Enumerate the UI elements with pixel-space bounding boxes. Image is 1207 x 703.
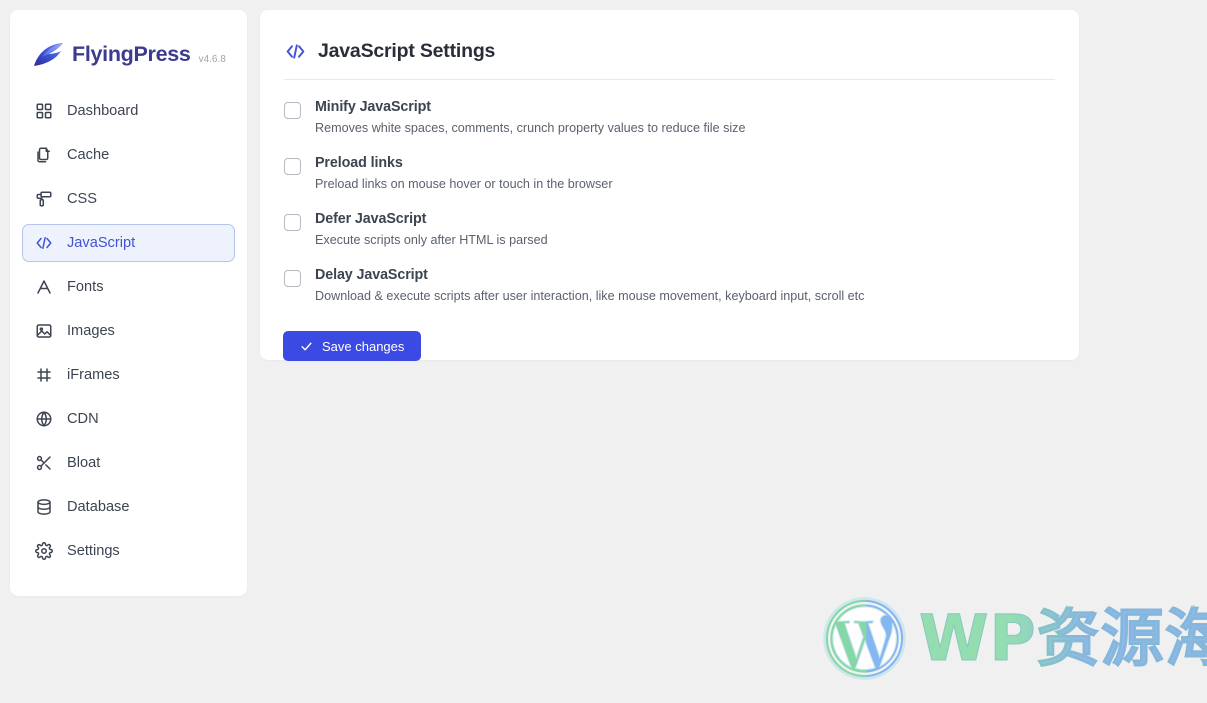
option-description: Removes white spaces, comments, crunch p…	[315, 121, 746, 135]
save-changes-button[interactable]: Save changes	[283, 331, 422, 361]
option-text: Minify JavaScript Removes white spaces, …	[315, 98, 745, 137]
sidebar-item-dashboard[interactable]: Dashboard	[22, 92, 235, 130]
option-label: Minify JavaScript	[315, 99, 431, 115]
watermark: WP资源海	[818, 592, 1207, 685]
sidebar-item-label: JavaScript	[67, 235, 136, 251]
code-icon	[284, 40, 306, 62]
option-label: Preload links	[315, 155, 403, 171]
sidebar-item-label: Database	[67, 499, 130, 515]
sidebar-item-cdn[interactable]: CDN	[22, 400, 235, 438]
wordpress-logo-icon	[818, 592, 911, 685]
sidebar: FlyingPress v4.6.8 Dashboard Cache CSS J…	[10, 10, 247, 596]
sidebar-item-label: Dashboard	[67, 103, 139, 119]
sidebar-item-javascript[interactable]: JavaScript	[22, 224, 235, 262]
flyingpress-wing-logo-icon	[32, 41, 66, 69]
check-icon	[300, 340, 313, 353]
page-title: JavaScript Settings	[318, 39, 496, 62]
sidebar-item-bloat[interactable]: Bloat	[22, 444, 235, 482]
sidebar-item-label: Fonts	[67, 279, 104, 295]
option-text: Preload links Preload links on mouse hov…	[315, 154, 613, 193]
database-icon	[34, 498, 53, 517]
option-description: Preload links on mouse hover or touch in…	[315, 177, 613, 191]
option-label: Defer JavaScript	[315, 211, 427, 227]
option-preload-links: Preload links Preload links on mouse hov…	[284, 154, 1055, 193]
watermark-text: WP资源海	[919, 607, 1207, 671]
scissors-icon	[34, 454, 53, 473]
app-root: FlyingPress v4.6.8 Dashboard Cache CSS J…	[0, 0, 1207, 703]
panel-header: JavaScript Settings	[260, 10, 1079, 70]
sidebar-item-settings[interactable]: Settings	[22, 532, 235, 570]
gear-icon	[34, 542, 53, 561]
option-delay-javascript: Delay JavaScript Download & execute scri…	[284, 266, 1055, 305]
brand-header: FlyingPress v4.6.8	[10, 10, 247, 72]
sidebar-item-css[interactable]: CSS	[22, 180, 235, 218]
sidebar-item-label: Settings	[67, 543, 120, 559]
option-minify-javascript: Minify JavaScript Removes white spaces, …	[284, 98, 1055, 137]
letter-a-icon	[34, 278, 53, 297]
sidebar-nav: Dashboard Cache CSS JavaScript Fonts Ima…	[10, 92, 247, 570]
sidebar-item-label: Images	[67, 323, 115, 339]
sidebar-item-label: CDN	[67, 411, 99, 427]
sidebar-item-label: Cache	[67, 147, 110, 163]
javascript-settings-panel: JavaScript Settings Minify JavaScript Re…	[260, 10, 1079, 361]
option-description: Execute scripts only after HTML is parse…	[315, 233, 548, 247]
options-list: Minify JavaScript Removes white spaces, …	[260, 80, 1079, 305]
sidebar-item-cache[interactable]: Cache	[22, 136, 235, 174]
sidebar-item-fonts[interactable]: Fonts	[22, 268, 235, 306]
grid-icon	[34, 102, 53, 121]
frame-icon	[34, 366, 53, 385]
globe-icon	[34, 410, 53, 429]
preload-links-checkbox[interactable]	[284, 158, 301, 175]
sidebar-item-label: CSS	[67, 191, 98, 207]
defer-javascript-checkbox[interactable]	[284, 214, 301, 231]
option-defer-javascript: Defer JavaScript Execute scripts only af…	[284, 210, 1055, 249]
brand-name: FlyingPress	[72, 42, 191, 66]
sidebar-item-label: iFrames	[67, 367, 120, 383]
copy-icon	[34, 146, 53, 165]
sidebar-item-label: Bloat	[67, 455, 101, 471]
option-text: Delay JavaScript Download & execute scri…	[315, 266, 864, 305]
brand-version: v4.6.8	[198, 53, 226, 65]
minify-javascript-checkbox[interactable]	[284, 102, 301, 119]
paint-roller-icon	[34, 190, 53, 209]
sidebar-item-iframes[interactable]: iFrames	[22, 356, 235, 394]
sidebar-item-database[interactable]: Database	[22, 488, 235, 526]
code-icon	[34, 234, 53, 253]
option-description: Download & execute scripts after user in…	[315, 289, 865, 303]
sidebar-item-images[interactable]: Images	[22, 312, 235, 350]
option-label: Delay JavaScript	[315, 267, 428, 283]
delay-javascript-checkbox[interactable]	[284, 270, 301, 287]
save-changes-label: Save changes	[322, 338, 405, 354]
option-text: Defer JavaScript Execute scripts only af…	[315, 210, 548, 249]
image-icon	[34, 322, 53, 341]
